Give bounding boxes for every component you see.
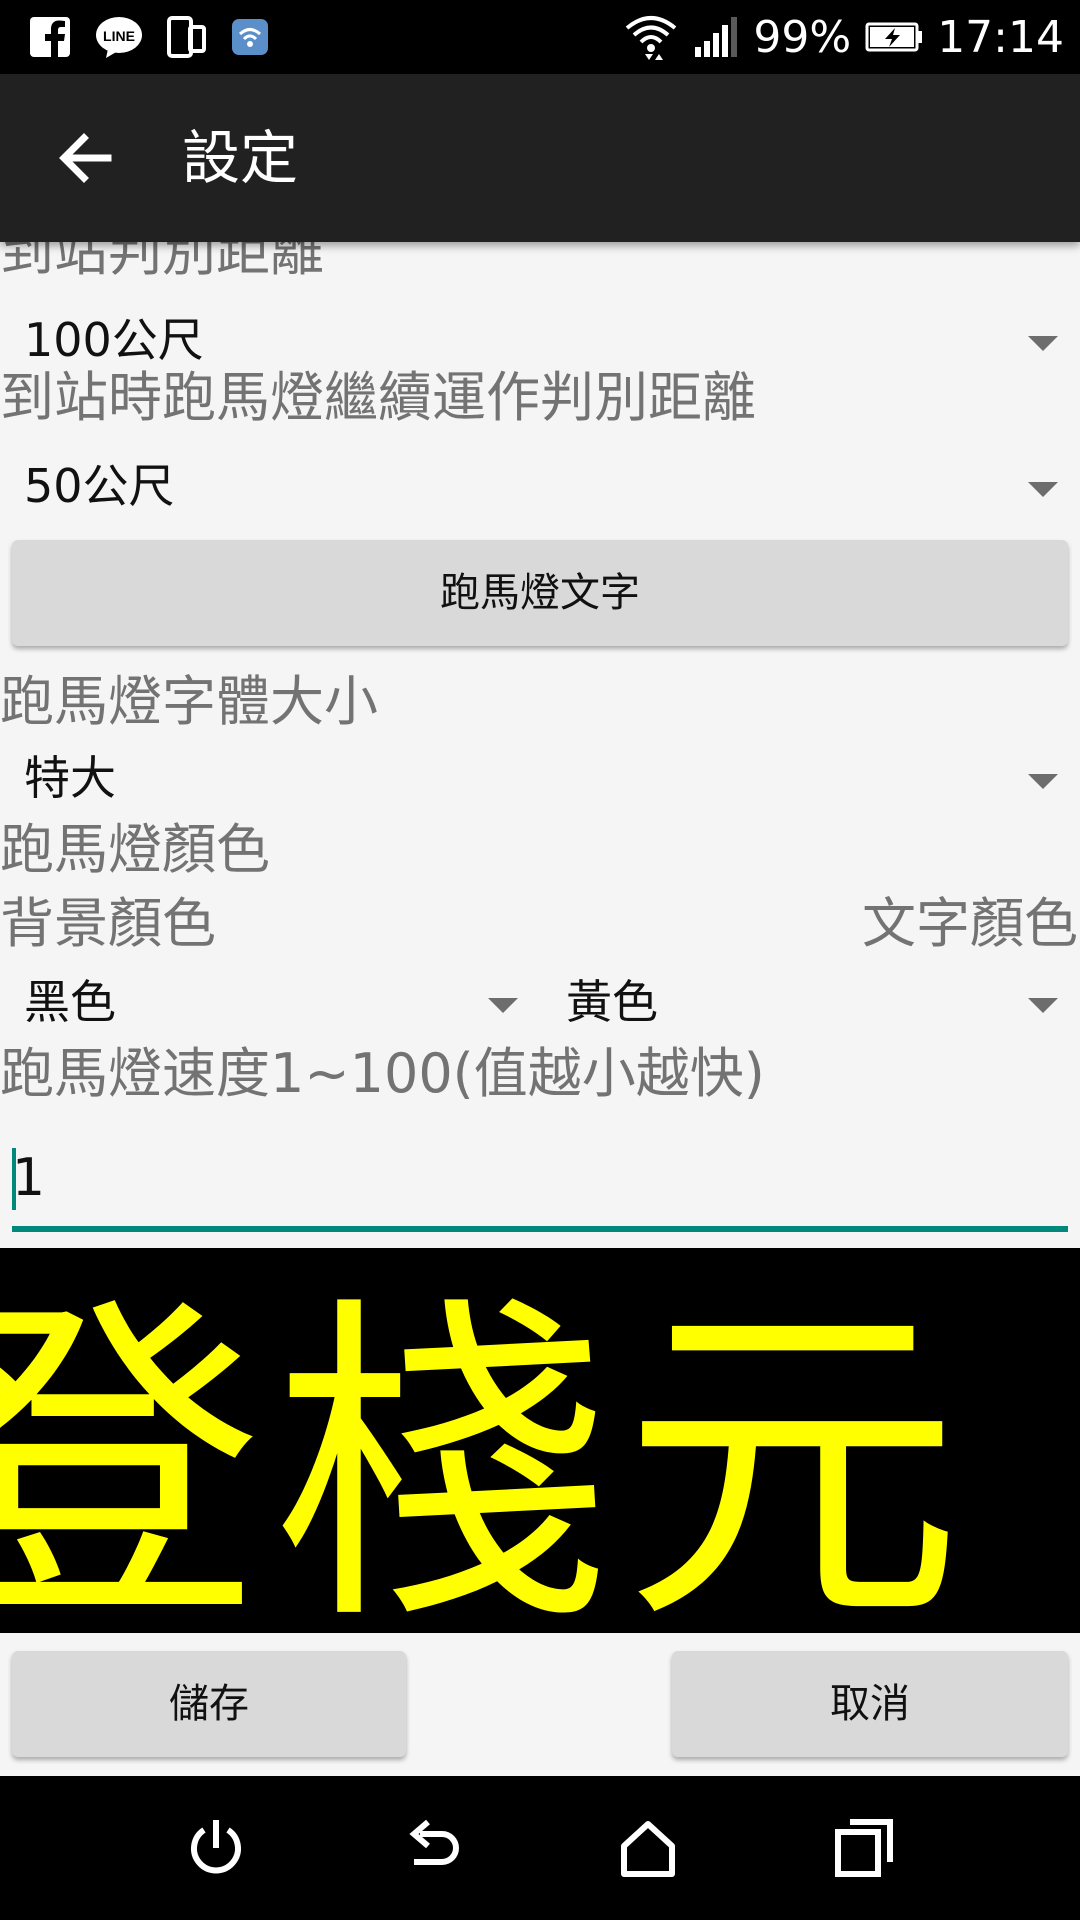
marquee-text-button[interactable]: 跑馬燈文字 [12,540,1068,646]
battery-charging-icon [865,22,923,52]
marquee-continue-distance-value: 50公尺 [24,459,175,513]
marquee-preview: 登棧元 [0,1248,1080,1633]
signal-icon [695,17,738,57]
page-title: 設定 [182,124,299,192]
background-color-value: 黑色 [24,975,116,1029]
arrow-back-icon [59,133,112,183]
wifi-app-icon [232,19,268,55]
dropdown-arrow-icon [488,998,518,1013]
clock: 17:14 [937,11,1064,63]
cancel-button[interactable]: 取消 [672,1651,1068,1757]
font-size-value: 特大 [24,751,116,805]
dropdown-arrow-icon [1028,774,1058,789]
navigation-bar [0,1776,1080,1920]
home-icon[interactable] [614,1814,682,1882]
text-color-spinner[interactable]: 黃色 [540,970,1080,1034]
status-bar: LINE 99% 17:14 [0,0,1080,74]
marquee-continue-distance-label: 到站時跑馬燈繼續運作判別距離 [0,366,756,429]
arrival-distance-spinner[interactable]: 100公尺 [0,308,1080,372]
power-icon[interactable] [182,1814,250,1882]
back-button[interactable] [46,118,126,198]
background-color-spinner[interactable]: 黑色 [0,970,540,1034]
back-icon[interactable] [398,1814,466,1882]
save-button[interactable]: 儲存 [12,1651,406,1757]
speed-input-value: 1 [12,1148,46,1208]
font-size-label: 跑馬燈字體大小 [0,670,378,733]
settings-content[interactable]: 到站判別距離 100公尺 到站時跑馬燈繼續運作判別距離 50公尺 跑馬燈文字 跑… [0,242,1080,1248]
text-color-label: 文字顏色 [862,892,1078,955]
app-bar: 設定 [0,74,1080,242]
battery-percent: 99% [753,11,852,63]
input-underline [12,1226,1068,1232]
notification-icons: LINE [28,12,270,62]
marquee-color-label: 跑馬燈顏色 [0,818,270,881]
action-bar: 儲存 取消 [0,1633,1080,1776]
speed-input[interactable]: 1 [12,1138,1068,1232]
arrival-distance-value: 100公尺 [24,313,204,367]
speed-label: 跑馬燈速度1~100(值越小越快) [0,1042,765,1105]
marquee-preview-text: 登棧元 [0,1270,972,1633]
font-size-spinner[interactable]: 特大 [0,746,1080,810]
system-indicators: 99% 17:14 [623,0,1064,74]
arrival-distance-label: 到站判別距離 [0,242,324,283]
dropdown-arrow-icon [1028,998,1058,1013]
background-color-label: 背景顏色 [0,892,216,955]
marquee-continue-distance-spinner[interactable]: 50公尺 [0,454,1080,518]
dropdown-arrow-icon [1028,336,1058,351]
svg-text:LINE: LINE [103,28,135,44]
text-color-value: 黃色 [566,975,658,1029]
dual-screen-icon [167,16,206,58]
recents-icon[interactable] [830,1814,898,1882]
line-icon: LINE [96,17,142,58]
wifi-icon [626,16,677,60]
facebook-icon [30,17,70,59]
dropdown-arrow-icon [1028,482,1058,497]
